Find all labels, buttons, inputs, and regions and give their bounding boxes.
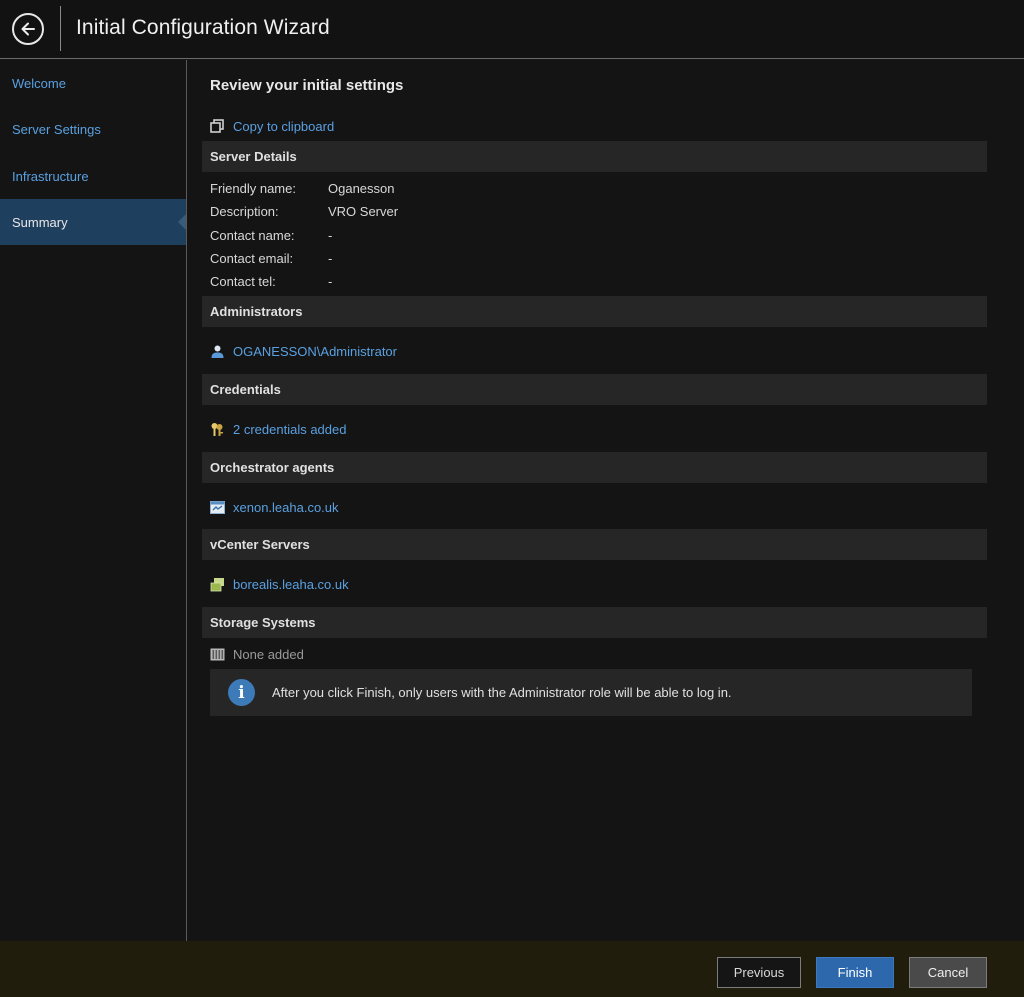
detail-value: - (328, 228, 333, 243)
user-icon (211, 345, 224, 358)
cancel-button[interactable]: Cancel (909, 957, 987, 988)
sidebar-item-server-settings[interactable]: Server Settings (0, 106, 186, 152)
sidebar-item-summary[interactable]: Summary (0, 199, 186, 245)
agent-link[interactable]: xenon.leaha.co.uk (210, 498, 339, 516)
administrator-link[interactable]: OGANESSON\Administrator (210, 342, 397, 360)
storage-none-label: None added (233, 646, 304, 662)
detail-value: - (328, 274, 333, 289)
detail-value: VRO Server (328, 204, 399, 219)
finish-button[interactable]: Finish (816, 957, 894, 988)
sidebar-item-infrastructure[interactable]: Infrastructure (0, 153, 186, 199)
section-title: Review your initial settings (210, 77, 404, 94)
vcenter-icon (210, 577, 224, 591)
header-bar: Initial Configuration Wizard (0, 0, 1024, 59)
sidebar-item-label: Summary (12, 214, 68, 230)
header-divider (60, 6, 61, 51)
administrators-header: Administrators (202, 296, 987, 327)
active-pointer-icon (178, 214, 186, 230)
back-arrow-icon[interactable] (12, 13, 44, 45)
key-icon (211, 422, 223, 436)
copy-icon (210, 118, 224, 133)
copy-to-clipboard-link[interactable]: Copy to clipboard (210, 118, 334, 134)
administrator-name: OGANESSON\Administrator (233, 343, 397, 359)
vcenter-hostname: borealis.leaha.co.uk (233, 576, 349, 592)
credentials-count: 2 credentials added (233, 421, 347, 437)
detail-value: - (328, 251, 333, 266)
detail-label: Description: (210, 204, 279, 219)
wizard-footer: Previous Finish Cancel (0, 941, 1024, 997)
detail-label: Contact name: (210, 228, 295, 243)
info-message: i After you click Finish, only users wit… (210, 669, 972, 716)
sidebar-item-welcome[interactable]: Welcome (0, 60, 186, 106)
detail-label: Contact tel: (210, 274, 276, 289)
storage-empty: None added (210, 645, 304, 663)
vcenter-link[interactable]: borealis.leaha.co.uk (210, 575, 349, 593)
info-text: After you click Finish, only users with … (272, 685, 732, 700)
credentials-header: Credentials (202, 374, 987, 405)
info-icon: i (228, 679, 255, 706)
detail-label: Friendly name: (210, 181, 296, 196)
wizard-sidebar: Welcome Server Settings Infrastructure S… (0, 60, 187, 941)
copy-label: Copy to clipboard (233, 118, 335, 134)
agent-hostname: xenon.leaha.co.uk (233, 499, 339, 515)
agent-server-icon (210, 500, 225, 514)
orchestrator-agents-header: Orchestrator agents (202, 452, 987, 483)
server-details-header: Server Details (202, 141, 987, 172)
previous-button[interactable]: Previous (717, 957, 801, 988)
storage-icon (210, 648, 225, 660)
arrow-left-icon (21, 22, 35, 36)
storage-systems-header: Storage Systems (202, 607, 987, 638)
detail-label: Contact email: (210, 251, 294, 266)
page-title: Initial Configuration Wizard (76, 16, 330, 39)
detail-value: Oganesson (328, 181, 395, 196)
credentials-link[interactable]: 2 credentials added (210, 420, 346, 438)
vcenter-servers-header: vCenter Servers (202, 529, 987, 560)
